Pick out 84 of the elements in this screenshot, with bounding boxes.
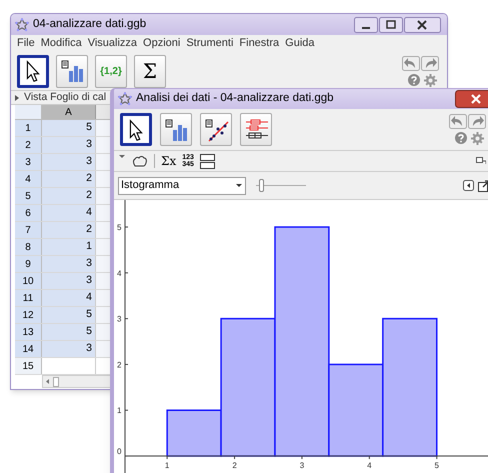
menu-item[interactable]: File: [17, 35, 35, 52]
row-header[interactable]: 13: [15, 324, 42, 340]
table-cell: 2: [42, 222, 96, 238]
caret-icon: [236, 184, 242, 187]
table-cell: 3: [42, 273, 96, 289]
close-icon[interactable]: [455, 90, 488, 108]
help-icon[interactable]: [455, 132, 467, 144]
row-header[interactable]: 10: [15, 273, 42, 289]
export-icon[interactable]: [478, 180, 488, 192]
tool-button[interactable]: [17, 54, 49, 88]
panel-title: Vista Foglio di cal: [24, 90, 106, 105]
menu-item[interactable]: Modifica: [40, 35, 82, 52]
app-logo-icon: [15, 18, 29, 32]
tool-button[interactable]: [120, 113, 152, 146]
undo-icon[interactable]: [402, 56, 420, 70]
menu-item[interactable]: Guida: [285, 35, 315, 52]
redo-icon[interactable]: [468, 114, 486, 129]
minimize-icon[interactable]: [354, 16, 378, 32]
window-title: Analisi dei dati - 04-analizzare dati.ggb: [136, 91, 334, 106]
undo-icon[interactable]: [449, 114, 467, 129]
menu-item[interactable]: Opzioni: [143, 35, 180, 52]
row-header[interactable]: 8: [15, 239, 42, 255]
help-icon[interactable]: [408, 74, 420, 86]
table-cell: 3: [42, 137, 96, 153]
slider-thumb[interactable]: [258, 179, 264, 192]
x-tick-label: 4: [367, 461, 372, 470]
table-cell: 2: [42, 171, 96, 187]
close-icon[interactable]: [404, 16, 441, 32]
table-cell: 5: [42, 307, 96, 323]
slider[interactable]: [256, 178, 306, 192]
x-tick-label: 5: [434, 461, 439, 470]
split-view-icon[interactable]: [200, 154, 215, 168]
table-cell: 5: [42, 324, 96, 340]
row-header[interactable]: 6: [15, 205, 42, 221]
row-header[interactable]: 15: [15, 358, 42, 374]
y-tick-label: 3: [117, 314, 122, 324]
y-tick-label: 5: [117, 223, 122, 232]
tool-button[interactable]: Σ: [134, 54, 166, 88]
y-tick-label: 2: [117, 360, 122, 370]
menu-item[interactable]: Visualizza: [88, 35, 138, 52]
scroll-thumb[interactable]: [53, 376, 59, 386]
tool-button[interactable]: [200, 113, 232, 146]
row-header[interactable]: 5: [15, 188, 42, 204]
dropdown-triangle-icon[interactable]: [118, 154, 126, 159]
table-cell: 3: [42, 341, 96, 357]
table-cell: 4: [42, 290, 96, 306]
scroll-left-icon[interactable]: [45, 378, 50, 385]
table-cell: 1: [42, 239, 96, 255]
tool-button[interactable]: [56, 54, 88, 88]
x-tick-label: 1: [164, 461, 170, 470]
table-cell: 5: [42, 120, 96, 136]
row-header[interactable]: 1: [15, 120, 42, 136]
column-header[interactable]: A: [42, 105, 96, 119]
row-header[interactable]: 2: [15, 137, 42, 153]
window-title: 04-analizzare dati.ggb: [33, 16, 146, 32]
menu-item[interactable]: Strumenti: [186, 35, 234, 52]
table-cell: 2: [42, 188, 96, 204]
collapse-triangle-icon[interactable]: [14, 94, 20, 102]
y-tick-label: 1: [117, 406, 122, 416]
redo-icon[interactable]: [421, 56, 439, 70]
horizontal-scrollbar[interactable]: [42, 375, 112, 388]
x-tick-label: 3: [300, 461, 304, 470]
tool-button[interactable]: [160, 113, 192, 146]
table-cell: 3: [42, 154, 96, 170]
row-header[interactable]: 7: [15, 222, 42, 238]
y-tick-label: 4: [117, 268, 122, 278]
tool-button[interactable]: [240, 113, 272, 146]
table-cell: 3: [42, 256, 96, 272]
y-tick-label: 0: [117, 447, 122, 456]
row-header[interactable]: 11: [15, 290, 42, 306]
statistics-button[interactable]: Σx: [161, 152, 176, 170]
row-header[interactable]: 3: [15, 154, 42, 170]
restore-icon[interactable]: [476, 157, 486, 165]
plot-type-dropdown[interactable]: Istogramma: [118, 176, 246, 194]
x-tick-label: 2: [232, 461, 237, 470]
app-logo-icon: [118, 92, 132, 106]
row-header[interactable]: 14: [15, 341, 42, 357]
row-header[interactable]: 9: [15, 256, 42, 272]
table-cell: 4: [42, 205, 96, 221]
row-header[interactable]: 12: [15, 307, 42, 323]
maximize-icon[interactable]: [379, 16, 403, 32]
row-header[interactable]: 4: [15, 171, 42, 187]
menu-item[interactable]: Finestra: [239, 35, 280, 52]
show-options-icon[interactable]: [463, 180, 474, 190]
